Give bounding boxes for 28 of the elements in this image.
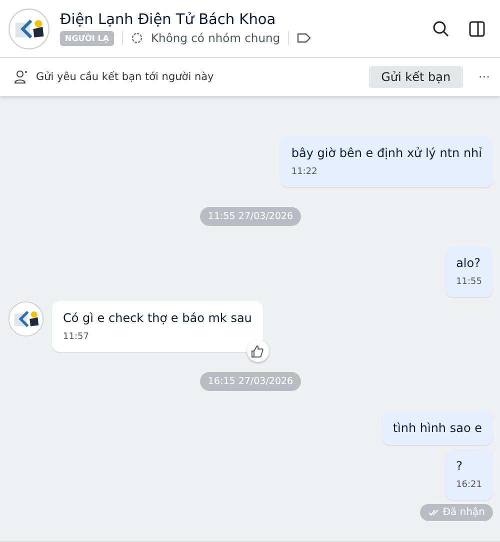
delivery-status: Đã nhận [420,504,493,521]
search-icon [432,20,450,38]
avatar-icon [8,301,44,337]
friend-request-text: Gửi yêu cầu kết bạn tới người này [36,71,215,83]
message-text: alo? [456,256,482,270]
message-text: ? [456,459,464,473]
loading-icon [130,32,143,44]
message-text: bây giờ bên e định xử lý ntn nhỉ [291,146,482,160]
avatar-icon [8,8,50,50]
like-button[interactable] [246,340,269,362]
tag-icon[interactable] [297,33,312,43]
message-text: Có gì e check thợ e báo mk sau [63,311,252,325]
message-time: 16:21 [456,480,482,490]
date-separator: 16:15 27/03/2026 [200,372,302,391]
add-person-icon [14,70,28,84]
more-button[interactable]: ··· [470,70,490,84]
panel-icon [468,20,486,38]
message-time: 11:55 [456,277,482,287]
common-groups-text: Không có nhóm chung [150,31,280,45]
contact-name: Điện Lạnh Điện Tử Bách Khoa [60,12,277,28]
stranger-badge: NGƯỜI LẠ [60,30,114,46]
thumbs-up-icon [251,344,264,358]
add-friend-button[interactable]: Gửi kết bạn [369,66,463,88]
message-text: tình hình sao e [392,421,482,435]
message-time: 11:57 [63,332,90,342]
message-time: 11:22 [291,167,318,177]
date-separator: 11:55 27/03/2026 [200,207,302,226]
double-check-icon [428,508,439,516]
